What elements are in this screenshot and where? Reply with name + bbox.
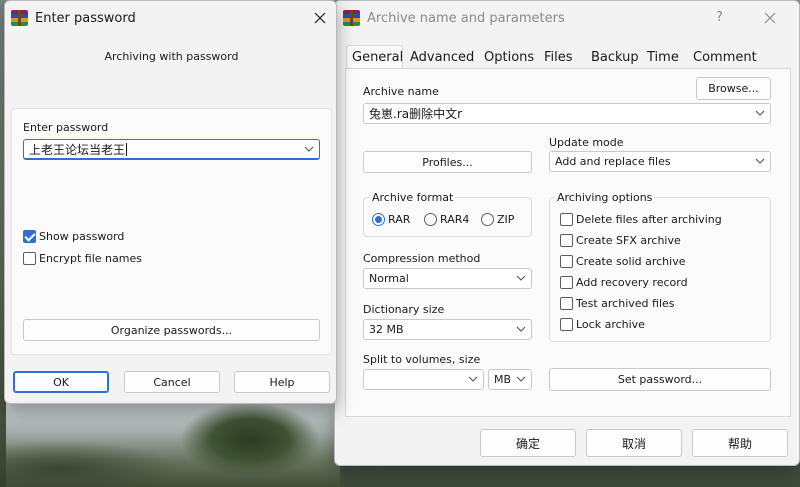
chevron-down-icon[interactable] xyxy=(515,272,527,284)
dictionary-size-value: 32 MB xyxy=(369,323,404,336)
tab-comment[interactable]: Comment xyxy=(688,45,762,69)
password-value: 上老王论坛当老王 xyxy=(29,142,126,157)
dictionary-size-select[interactable]: 32 MB xyxy=(363,319,532,340)
browse-button[interactable]: Browse... xyxy=(696,77,771,100)
text-cursor xyxy=(126,142,128,156)
ok-button[interactable]: 确定 xyxy=(480,429,576,457)
chevron-down-icon[interactable] xyxy=(754,155,766,167)
tab-time[interactable]: Time xyxy=(642,45,684,69)
compression-method-label: Compression method xyxy=(363,252,481,265)
archive-format-label: Archive format xyxy=(370,191,456,204)
close-icon[interactable] xyxy=(313,11,327,25)
tab-options[interactable]: Options xyxy=(479,45,539,69)
profiles-button[interactable]: Profiles... xyxy=(363,151,532,173)
password-dialog-title: Enter password xyxy=(35,11,136,26)
format-rar-radio[interactable] xyxy=(372,213,385,226)
tab-backup[interactable]: Backup xyxy=(586,45,644,69)
format-rar-label: RAR xyxy=(388,213,411,226)
update-mode-value: Add and replace files xyxy=(555,155,671,168)
enter-password-label: Enter password xyxy=(23,121,109,134)
chevron-down-icon[interactable] xyxy=(467,373,479,385)
tab-files[interactable]: Files xyxy=(539,45,578,69)
create-sfx-label: Create SFX archive xyxy=(576,234,681,247)
recovery-record-checkbox[interactable] xyxy=(560,276,573,289)
show-password-label: Show password xyxy=(39,230,125,243)
chevron-down-icon[interactable] xyxy=(754,107,766,119)
encrypt-file-names-label: Encrypt file names xyxy=(39,252,142,265)
wallpaper-image xyxy=(0,400,340,487)
recovery-record-label: Add recovery record xyxy=(576,276,688,289)
lock-archive-checkbox[interactable] xyxy=(560,318,573,331)
set-password-button[interactable]: Set password... xyxy=(549,368,771,391)
enter-password-dialog: Enter password Archiving with password E… xyxy=(4,0,337,404)
format-rar4-radio[interactable] xyxy=(424,213,437,226)
delete-files-label: Delete files after archiving xyxy=(576,213,722,226)
split-unit-select[interactable]: MB xyxy=(488,369,532,390)
compression-method-value: Normal xyxy=(369,272,409,285)
archive-dialog-titlebar: Archive name and parameters ? xyxy=(335,1,799,35)
tab-general[interactable]: General xyxy=(346,45,403,69)
split-volumes-size-input[interactable] xyxy=(363,369,484,390)
archive-name-label: Archive name xyxy=(363,85,439,98)
compression-method-select[interactable]: Normal xyxy=(363,268,532,289)
create-solid-label: Create solid archive xyxy=(576,255,686,268)
chevron-down-icon[interactable] xyxy=(303,143,315,155)
winrar-icon xyxy=(11,10,28,26)
split-unit-value: MB xyxy=(494,373,512,386)
format-zip-label: ZIP xyxy=(497,213,515,226)
organize-passwords-button[interactable]: Organize passwords... xyxy=(23,319,320,341)
archive-name-combo[interactable]: 兔崽.ra删除中文r xyxy=(363,103,771,124)
test-archived-label: Test archived files xyxy=(576,297,675,310)
ok-button[interactable]: OK xyxy=(13,371,109,393)
help-button[interactable]: 帮助 xyxy=(692,429,788,457)
update-mode-select[interactable]: Add and replace files xyxy=(549,151,771,172)
archiving-options-label: Archiving options xyxy=(555,191,655,204)
show-password-checkbox[interactable] xyxy=(23,230,36,243)
dictionary-size-label: Dictionary size xyxy=(363,303,445,316)
split-volumes-label: Split to volumes, size xyxy=(363,353,481,366)
test-archived-checkbox[interactable] xyxy=(560,297,573,310)
archiving-with-password-heading: Archiving with password xyxy=(104,50,239,63)
tab-advanced[interactable]: Advanced xyxy=(405,45,479,69)
create-solid-checkbox[interactable] xyxy=(560,255,573,268)
cancel-button[interactable]: Cancel xyxy=(124,371,220,393)
delete-files-checkbox[interactable] xyxy=(560,213,573,226)
password-dialog-titlebar: Enter password xyxy=(5,1,336,35)
help-button[interactable]: Help xyxy=(234,371,330,393)
archive-name-value: 兔崽.ra删除中文r xyxy=(369,107,463,121)
chevron-down-icon[interactable] xyxy=(515,373,527,385)
update-mode-label: Update mode xyxy=(549,136,624,149)
help-icon[interactable]: ? xyxy=(716,10,723,25)
format-zip-radio[interactable] xyxy=(481,213,494,226)
lock-archive-label: Lock archive xyxy=(576,318,645,331)
winrar-icon xyxy=(343,10,360,26)
archive-parameters-dialog: Archive name and parameters ? General Ad… xyxy=(334,0,800,466)
chevron-down-icon[interactable] xyxy=(515,323,527,335)
archive-dialog-title: Archive name and parameters xyxy=(367,11,565,26)
password-input[interactable]: 上老王论坛当老王 xyxy=(23,139,320,160)
encrypt-file-names-checkbox[interactable] xyxy=(23,252,36,265)
close-icon[interactable] xyxy=(763,11,777,25)
format-rar4-label: RAR4 xyxy=(440,213,470,226)
cancel-button[interactable]: 取消 xyxy=(586,429,682,457)
create-sfx-checkbox[interactable] xyxy=(560,234,573,247)
